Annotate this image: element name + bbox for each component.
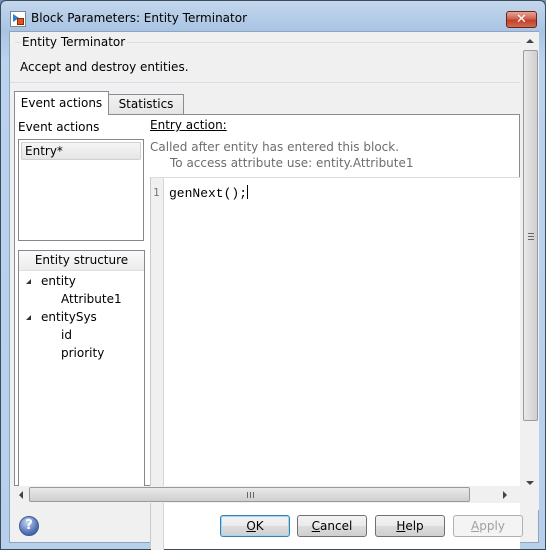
list-item-label: Entry* <box>25 144 63 158</box>
cancel-mnemonic: C <box>311 519 321 533</box>
help-mnemonic: H <box>396 519 406 533</box>
horizontal-scrollbar[interactable] <box>14 486 520 503</box>
divider <box>10 82 520 83</box>
scroll-up-arrow-icon[interactable] <box>526 39 534 43</box>
tree-node-id[interactable]: id <box>61 328 72 342</box>
scroll-right-arrow-icon[interactable] <box>503 491 507 499</box>
scroll-grip-icon <box>528 233 534 240</box>
horizontal-scroll-thumb[interactable] <box>29 487 470 502</box>
expand-triangle-icon[interactable] <box>26 315 31 320</box>
tree-node-entitysys[interactable]: entitySys <box>41 310 97 324</box>
tab-label: Event actions <box>20 96 103 110</box>
tab-statistics[interactable]: Statistics <box>108 94 184 116</box>
code-text: genNext(); <box>169 186 248 201</box>
entry-action-hint: Called after entity has entered this blo… <box>150 140 400 154</box>
help-button[interactable]: Help <box>375 515 445 537</box>
cancel-label: ancel <box>320 519 353 533</box>
entity-structure-tree[interactable]: Entity structure entity Attribute1 entit… <box>18 250 145 500</box>
event-actions-panel: Event actions Entry* Entity structure en… <box>14 114 520 550</box>
close-icon: ✕ <box>516 12 527 27</box>
tree-node-attribute1[interactable]: Attribute1 <box>61 292 122 306</box>
event-actions-list[interactable]: Entry* <box>18 139 144 241</box>
scroll-down-arrow-icon[interactable] <box>526 481 534 485</box>
entity-structure-header: Entity structure <box>19 251 144 271</box>
tab-label: Statistics <box>118 97 174 111</box>
scroll-grip-icon <box>247 492 254 498</box>
line-number: 1 <box>153 186 160 199</box>
tree-node-priority[interactable]: priority <box>61 346 104 360</box>
text-caret <box>247 185 249 199</box>
title-bar[interactable]: Block Parameters: Entity Terminator ✕ <box>1 1 545 31</box>
ok-label: K <box>255 519 264 533</box>
cancel-button[interactable]: Cancel <box>297 515 367 537</box>
scroll-left-arrow-icon[interactable] <box>19 491 23 499</box>
code-line[interactable]: genNext(); <box>169 185 249 201</box>
attribute-access-hint: To access attribute use: entity.Attribut… <box>170 156 414 170</box>
event-actions-label: Event actions <box>18 120 100 134</box>
tab-event-actions[interactable]: Event actions <box>14 91 109 115</box>
question-mark-glyph: ? <box>25 518 33 533</box>
expand-triangle-icon[interactable] <box>26 279 31 284</box>
tree-node-entity[interactable]: entity <box>41 274 76 288</box>
vertical-scrollbar[interactable] <box>522 32 539 510</box>
ok-mnemonic: O <box>246 519 256 533</box>
apply-button[interactable]: Apply <box>453 515 523 537</box>
block-parameters-dialog: Block Parameters: Entity Terminator ✕ En… <box>0 0 546 550</box>
dialog-client-area: Entity Terminator Accept and destroy ent… <box>9 31 539 550</box>
simulink-block-icon <box>10 11 26 27</box>
list-item-entry[interactable]: Entry* <box>21 142 141 160</box>
help-label: elp <box>405 519 424 533</box>
ok-button[interactable]: OK <box>220 515 290 537</box>
block-name-heading: Entity Terminator <box>20 35 128 49</box>
close-button[interactable]: ✕ <box>506 11 537 28</box>
vertical-scroll-thumb[interactable] <box>523 50 538 421</box>
apply-label: pply <box>479 519 505 533</box>
entry-action-label: Entry action: <box>150 118 227 132</box>
window-title: Block Parameters: Entity Terminator <box>31 11 248 25</box>
block-description: Accept and destroy entities. <box>20 60 189 74</box>
help-question-icon[interactable]: ? <box>19 516 39 536</box>
